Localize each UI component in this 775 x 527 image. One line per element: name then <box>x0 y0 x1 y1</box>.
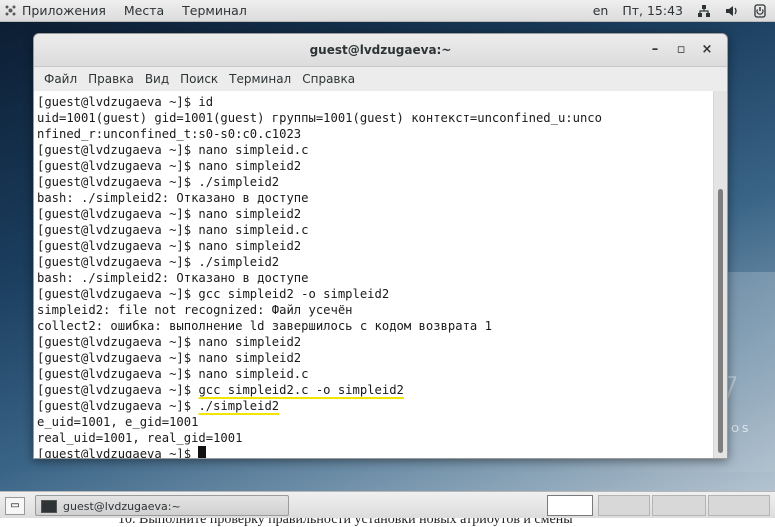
terminal-line: [guest@lvdzugaeva ~]$ nano simpleid2 <box>37 207 302 221</box>
menu-places[interactable]: Места <box>124 3 164 18</box>
menu-applications[interactable]: Приложения <box>22 3 106 18</box>
volume-icon[interactable] <box>725 4 739 18</box>
terminal-line: [guest@lvdzugaeva ~]$ nano simpleid2 <box>37 351 302 365</box>
terminal-line: [guest@lvdzugaeva ~]$ nano simpleid.c <box>37 367 309 381</box>
terminal-line: [guest@lvdzugaeva ~]$ ./simpleid2 <box>37 399 280 413</box>
terminal-line: [guest@lvdzugaeva ~]$ ./simpleid2 <box>37 255 280 269</box>
terminal-line: [guest@lvdzugaeva ~]$ nano simpleid2 <box>37 239 302 253</box>
terminal-line: simpleid2: file not recognized: Файл усе… <box>37 303 353 317</box>
window-menubar: Файл Правка Вид Поиск Терминал Справка <box>34 67 727 92</box>
applications-icon <box>5 5 16 16</box>
workspace-3[interactable] <box>652 495 706 516</box>
terminal-line: collect2: ошибка: выполнение ld завершил… <box>37 319 492 333</box>
terminal-line: nfined_r:unconfined_t:s0-s0:c0.c1023 <box>37 127 302 141</box>
menu-file[interactable]: Файл <box>44 72 77 86</box>
menu-terminal[interactable]: Терминал <box>182 3 247 18</box>
menu-terminal-window[interactable]: Терминал <box>229 72 291 86</box>
terminal-line: [guest@lvdzugaeva ~]$ nano simpleid2 <box>37 335 302 349</box>
window-titlebar[interactable]: guest@lvdzugaeva:~ – ▫ × <box>34 34 727 67</box>
workspace-1[interactable] <box>547 495 593 516</box>
background-document-line: 10. Выполните проверку правильности уста… <box>118 518 573 527</box>
terminal-line: bash: ./simpleid2: Отказано в доступе <box>37 271 309 285</box>
workspace-4[interactable] <box>708 495 770 516</box>
menu-view[interactable]: Вид <box>145 72 169 86</box>
bottom-taskbar: ▭ guest@lvdzugaeva:~ <box>0 491 775 519</box>
terminal-line: e_uid=1001, e_gid=1001 <box>37 415 199 429</box>
scrollbar[interactable] <box>713 91 727 458</box>
terminal-cursor <box>198 446 207 458</box>
terminal-line: [guest@lvdzugaeva ~]$ id <box>37 95 214 109</box>
taskbar-window-label: guest@lvdzugaeva:~ <box>63 500 181 513</box>
terminal-line: [guest@lvdzugaeva ~]$ gcc simpleid2.c -o… <box>37 383 404 397</box>
terminal-line: [guest@lvdzugaeva ~]$ <box>37 446 602 458</box>
scrollbar-thumb[interactable] <box>718 189 723 453</box>
network-icon[interactable] <box>697 4 711 18</box>
maximize-button[interactable]: ▫ <box>673 42 689 58</box>
terminal-line: [guest@lvdzugaeva ~]$ gcc simpleid2 -o s… <box>37 287 390 301</box>
terminal-line: real_uid=1001, real_gid=1001 <box>37 431 243 445</box>
menu-help[interactable]: Справка <box>302 72 355 86</box>
terminal-line: [guest@lvdzugaeva ~]$ nano simpleid2 <box>37 159 302 173</box>
terminal-icon <box>41 500 57 513</box>
terminal-line: [guest@lvdzugaeva ~]$ ./simpleid2 <box>37 175 280 189</box>
taskbar-window-button[interactable]: guest@lvdzugaeva:~ <box>35 495 289 516</box>
terminal-window: guest@lvdzugaeva:~ – ▫ × Файл Правка Вид… <box>33 33 728 459</box>
terminal-line: bash: ./simpleid2: Отказано в доступе <box>37 191 309 205</box>
terminal-output[interactable]: [guest@lvdzugaeva ~]$ id uid=1001(guest) … <box>34 91 714 458</box>
keyboard-layout[interactable]: en <box>593 3 609 18</box>
background-document-text: 10. Выполните проверку правильности уста… <box>0 518 775 527</box>
window-title: guest@lvdzugaeva:~ <box>309 43 452 57</box>
minimize-button[interactable]: – <box>647 42 663 58</box>
menu-search[interactable]: Поиск <box>180 72 218 86</box>
clock[interactable]: Пт, 15:43 <box>622 3 683 18</box>
terminal-line: [guest@lvdzugaeva ~]$ nano simpleid.c <box>37 223 309 237</box>
terminal-line: uid=1001(guest) gid=1001(guest) группы=1… <box>37 111 602 125</box>
menu-edit[interactable]: Правка <box>88 72 134 86</box>
close-button[interactable]: × <box>699 42 715 58</box>
terminal-line: [guest@lvdzugaeva ~]$ nano simpleid.c <box>37 143 309 157</box>
power-icon[interactable] <box>753 3 767 18</box>
top-panel: Приложения Места Терминал en Пт, 15:43 <box>0 0 775 22</box>
show-desktop-icon[interactable]: ▭ <box>5 497 25 515</box>
workspace-2[interactable] <box>598 495 650 516</box>
